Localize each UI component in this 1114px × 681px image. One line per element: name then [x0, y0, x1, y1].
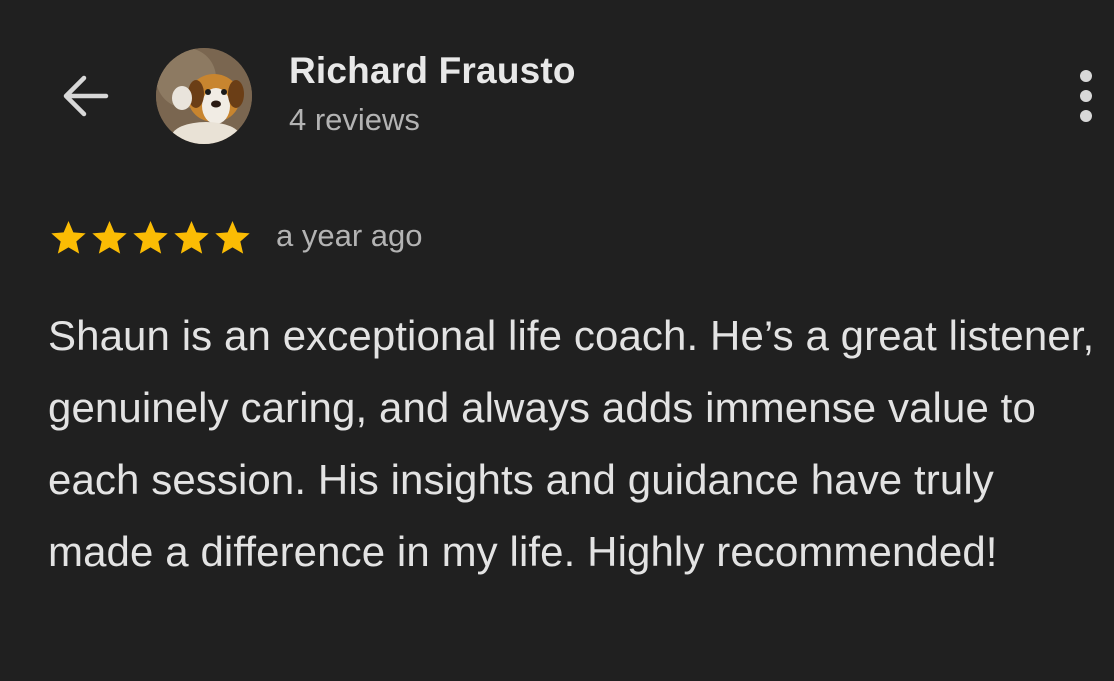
more-options-button[interactable]	[1066, 64, 1106, 128]
star-icon	[215, 221, 250, 254]
back-button[interactable]	[52, 66, 116, 126]
star-rating	[48, 218, 253, 258]
avatar-image	[156, 48, 252, 144]
star-icon	[174, 221, 209, 254]
avatar[interactable]	[156, 48, 252, 144]
arrow-left-icon	[63, 75, 109, 117]
more-vertical-icon	[1080, 70, 1092, 122]
review-date: a year ago	[276, 218, 423, 253]
star-icon	[92, 221, 127, 254]
star-icon	[133, 221, 168, 254]
review-count[interactable]: 4 reviews	[289, 102, 420, 138]
review-text: Shaun is an exceptional life coach. He’s…	[48, 312, 1095, 575]
star-icon	[51, 221, 86, 254]
reviewer-name[interactable]: Richard Frausto	[289, 50, 576, 92]
